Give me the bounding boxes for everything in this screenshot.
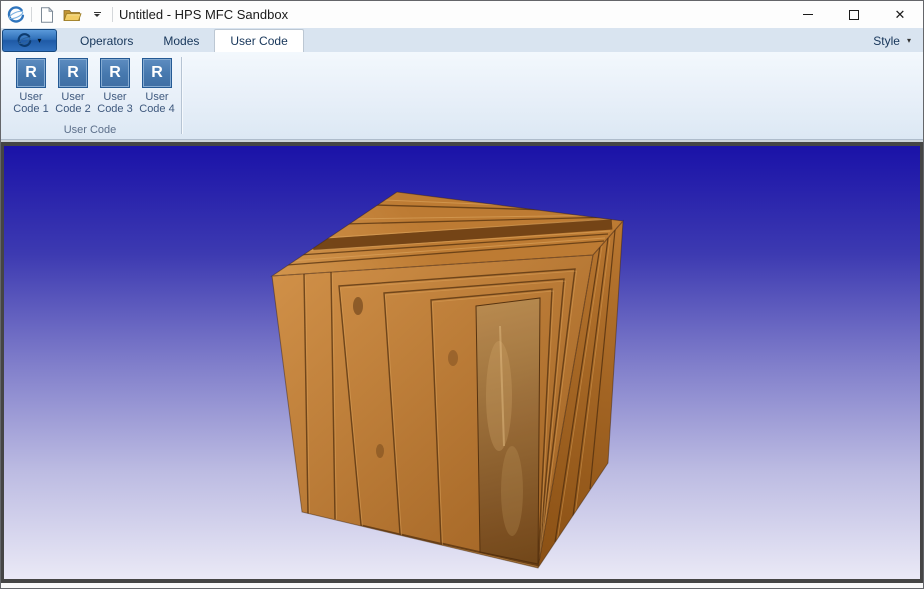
tab-user-code[interactable]: User Code <box>214 29 303 52</box>
viewport-3d-canvas[interactable] <box>4 146 920 579</box>
style-dropdown-arrow-icon: ▾ <box>907 37 911 45</box>
user-code-3-button[interactable]: R User Code 3 <box>94 58 136 115</box>
titlebar-left <box>1 1 113 28</box>
app-menu-swirl-icon <box>17 33 32 48</box>
minimize-icon <box>803 14 813 15</box>
user-code-3-icon: R <box>100 58 130 88</box>
ribbon-buttons: R User Code 1 R User Code 2 R <box>1 52 181 115</box>
app-menu-dropdown-icon: ▾ <box>37 37 41 45</box>
tab-operators[interactable]: Operators <box>65 29 148 52</box>
style-dropdown[interactable]: Style ▾ <box>869 29 915 52</box>
titlebar-separator <box>31 7 32 22</box>
ribbon-group-separator <box>181 57 182 134</box>
user-code-2-label: User Code 2 <box>55 91 90 115</box>
wood-cube <box>272 192 623 570</box>
open-folder-icon[interactable] <box>62 5 82 25</box>
titlebar: Untitled - HPS MFC Sandbox ✕ <box>1 1 923 28</box>
ribbon-tab-row: ▾ Operators Modes User Code Style ▾ <box>1 28 923 52</box>
user-code-4-icon: R <box>142 58 172 88</box>
user-code-1-button[interactable]: R User Code 1 <box>10 58 52 115</box>
titlebar-separator <box>112 7 113 22</box>
close-button[interactable]: ✕ <box>877 1 923 28</box>
user-code-2-icon: R <box>58 58 88 88</box>
user-code-3-label: User Code 3 <box>97 91 132 115</box>
user-code-1-label: User Code 1 <box>13 91 48 115</box>
ribbon-group-caption: User Code <box>1 124 179 136</box>
user-code-4-button[interactable]: R User Code 4 <box>136 58 178 115</box>
ribbon: R User Code 1 R User Code 2 R <box>1 52 923 140</box>
minimize-button[interactable] <box>785 1 831 28</box>
window-controls: ✕ <box>785 1 923 28</box>
window-title: Untitled - HPS MFC Sandbox <box>119 7 288 22</box>
user-code-2-button[interactable]: R User Code 2 <box>52 58 94 115</box>
maximize-icon <box>849 10 859 20</box>
new-document-icon[interactable] <box>37 5 57 25</box>
user-code-4-label: User Code 4 <box>139 91 174 115</box>
maximize-button[interactable] <box>831 1 877 28</box>
user-code-1-icon: R <box>16 58 46 88</box>
app-logo-icon <box>6 5 26 25</box>
app-window: Untitled - HPS MFC Sandbox ✕ ▾ Operators… <box>0 0 924 589</box>
tab-modes[interactable]: Modes <box>148 29 214 52</box>
viewport-frame <box>1 142 923 583</box>
style-label: Style <box>873 34 900 48</box>
quick-access-dropdown-icon[interactable] <box>87 5 107 25</box>
window-bottom-edge <box>1 583 923 588</box>
application-menu-button[interactable]: ▾ <box>2 29 57 52</box>
ribbon-group-user-code: R User Code 1 R User Code 2 R <box>1 52 181 139</box>
close-icon: ✕ <box>895 8 906 21</box>
